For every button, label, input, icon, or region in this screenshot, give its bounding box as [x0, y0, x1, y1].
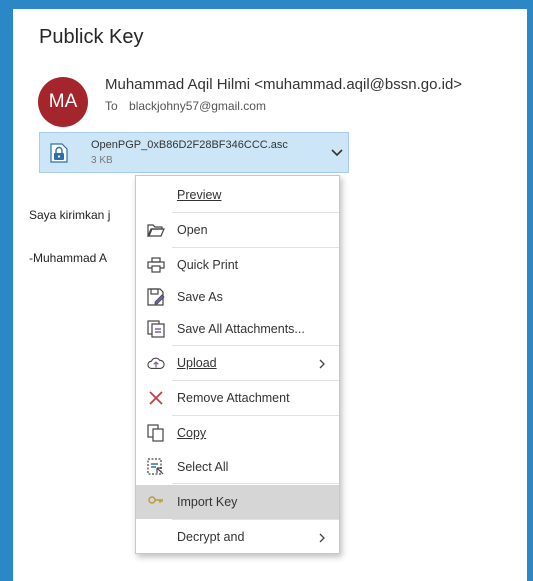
- menu-item-import-key[interactable]: Import Key: [136, 485, 339, 519]
- select-all-icon: [147, 458, 165, 476]
- message-subject: Publick Key: [39, 26, 144, 48]
- menu-item-save-all-attachments[interactable]: Save All Attachments...: [136, 312, 339, 346]
- menu-item-label: Save As: [177, 290, 223, 304]
- folder-open-icon: [147, 221, 165, 239]
- attachment-card[interactable]: OpenPGP_0xB86D2F28BF346CCC.asc 3 KB: [39, 132, 349, 173]
- menu-item-label: Save All Attachments...: [177, 322, 305, 336]
- printer-icon: [147, 256, 165, 274]
- menu-item-label: Open: [177, 223, 208, 237]
- recipient-address[interactable]: blackjohny57@gmail.com: [129, 99, 266, 113]
- menu-item-decrypt-and[interactable]: Decrypt and: [136, 520, 339, 554]
- message-signature-line: -Muhammad A: [29, 251, 108, 265]
- message-body-line: Saya kirimkan j: [29, 208, 111, 222]
- menu-divider: [172, 483, 339, 484]
- save-as-icon: [147, 288, 165, 306]
- attachment-name: OpenPGP_0xB86D2F28BF346CCC.asc: [91, 139, 288, 151]
- lock-file-icon: [50, 143, 68, 163]
- menu-item-upload[interactable]: Upload: [136, 346, 339, 380]
- chevron-right-icon: [317, 357, 327, 369]
- menu-item-label: Remove Attachment: [177, 391, 290, 405]
- menu-item-label: Upload: [177, 356, 217, 370]
- menu-item-open[interactable]: Open: [136, 213, 339, 247]
- menu-item-copy[interactable]: Copy: [136, 416, 339, 450]
- menu-item-quick-print[interactable]: Quick Print: [136, 248, 339, 282]
- menu-item-label: Preview: [177, 188, 222, 202]
- chevron-right-icon: [317, 531, 327, 543]
- chevron-down-icon[interactable]: [330, 145, 344, 159]
- menu-item-label: Decrypt and: [177, 530, 245, 544]
- to-label: To: [105, 99, 118, 113]
- import-key-icon: [147, 493, 165, 511]
- remove-x-icon: [147, 389, 165, 407]
- menu-item-remove-attachment[interactable]: Remove Attachment: [136, 381, 339, 415]
- sender-avatar[interactable]: MA: [38, 77, 88, 127]
- save-all-icon: [147, 320, 165, 338]
- menu-item-label: Copy: [177, 426, 207, 440]
- menu-item-label: Select All: [177, 460, 229, 474]
- sender-name[interactable]: Muhammad Aqil Hilmi <muhammad.aqil@bssn.…: [105, 76, 462, 93]
- menu-item-label: Import Key: [177, 495, 238, 509]
- copy-icon: [147, 424, 165, 442]
- menu-item-label: Quick Print: [177, 258, 239, 272]
- menu-item-select-all[interactable]: Select All: [136, 450, 339, 484]
- menu-item-save-as[interactable]: Save As: [136, 280, 339, 314]
- attachment-context-menu: Preview Open Quick Print Save As Save Al…: [135, 175, 340, 554]
- menu-item-preview[interactable]: Preview: [136, 178, 339, 212]
- upload-cloud-icon: [147, 354, 165, 372]
- attachment-size: 3 KB: [91, 155, 113, 166]
- recipient-line: To blackjohny57@gmail.com: [105, 99, 266, 113]
